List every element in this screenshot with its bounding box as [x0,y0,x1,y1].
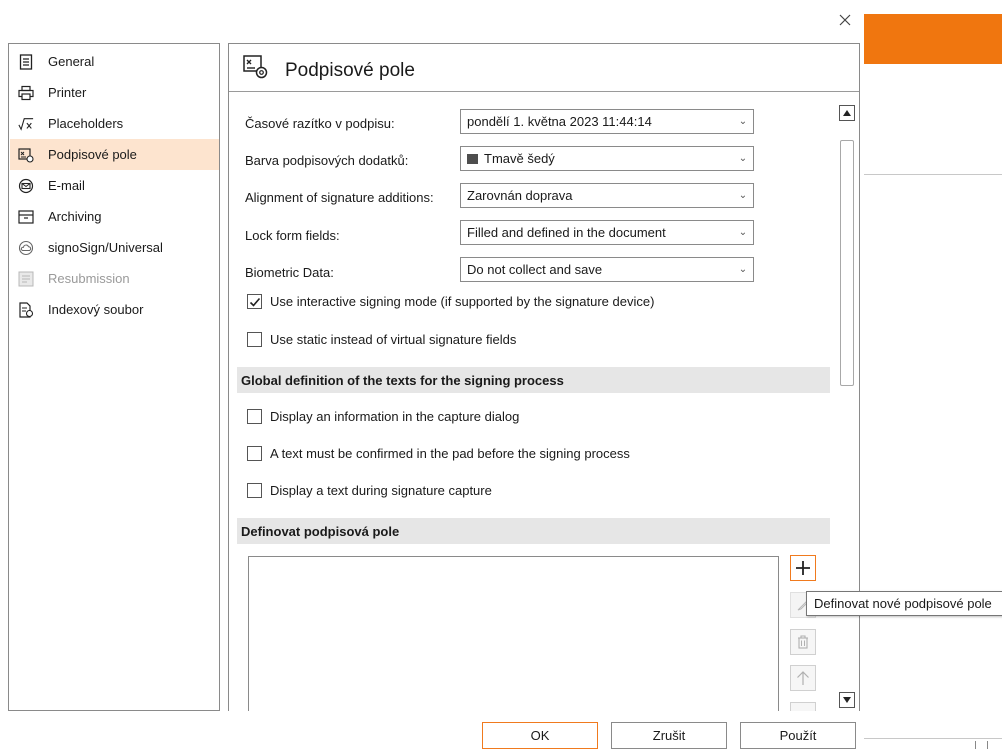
background-app-statusbar [864,738,1002,749]
alignment-select[interactable]: Zarovnán doprava ⌄ [460,183,754,208]
chevron-down-icon: ⌄ [738,153,748,164]
close-button[interactable] [836,12,854,30]
background-app-separator [987,741,988,749]
alignment-label: Alignment of signature additions: [245,190,434,205]
interactive-signing-checkbox[interactable] [247,294,262,309]
formula-icon [18,116,34,132]
nav-item-label: E-mail [48,178,85,193]
timestamp-label: Časové razítko v podpisu: [245,116,395,131]
nav-item-label: Indexový soubor [48,302,144,317]
display-info-checkbox[interactable] [247,409,262,424]
static-fields-checkbox[interactable] [247,332,262,347]
interactive-signing-checkbox-row[interactable]: Use interactive signing mode (if support… [247,294,654,309]
nav-item-placeholders[interactable]: Placeholders [10,108,219,139]
scroll-thumb[interactable] [840,140,854,386]
signature-fields-list[interactable] [248,556,779,711]
add-field-tooltip: Definovat nové podpisové pole [806,591,1002,616]
timestamp-value: pondělí 1. května 2023 11:44:14 [467,114,652,129]
scroll-up-button[interactable] [839,105,855,121]
nav-item-archiving[interactable]: Archiving [10,201,219,232]
settings-panel: Podpisové pole Časové razítko v podpisu:… [228,43,860,711]
biometric-value: Do not collect and save [467,262,603,277]
color-select[interactable]: Tmavě šedý ⌄ [460,146,754,171]
chevron-down-icon: ⌄ [738,116,748,127]
global-texts-section-header: Global definition of the texts for the s… [237,367,830,393]
background-app-separator [975,741,976,749]
scroll-down-button[interactable] [839,692,855,708]
nav-item-general[interactable]: General [10,46,219,77]
chevron-down-icon: ⌄ [738,190,748,201]
display-text-label: Display a text during signature capture [270,483,492,498]
nav-item-resubmission: Resubmission [10,263,219,294]
archive-icon [18,209,34,225]
move-down-button[interactable] [790,702,816,711]
settings-nav: General Printer Placeholders Podpisové p… [8,43,220,711]
page-title: Podpisové pole [285,60,415,81]
apply-button[interactable]: Použít [740,722,856,749]
nav-item-label: Resubmission [48,271,130,286]
triangle-down-icon [843,697,851,703]
ok-button[interactable]: OK [482,722,598,749]
lock-form-fields-label: Lock form fields: [245,228,340,243]
chevron-down-icon: ⌄ [738,227,748,238]
background-app-header [864,14,1002,64]
confirm-text-checkbox-row[interactable]: A text must be confirmed in the pad befo… [247,446,630,461]
static-fields-checkbox-row[interactable]: Use static instead of virtual signature … [247,332,516,347]
nav-item-label: Printer [48,85,87,100]
nav-item-email[interactable]: E-mail [10,170,219,201]
nav-item-signature-fields[interactable]: Podpisové pole [10,139,219,170]
display-info-checkbox-row[interactable]: Display an information in the capture di… [247,409,519,424]
lock-form-fields-value: Filled and defined in the document [467,225,666,240]
alignment-value: Zarovnán doprava [467,188,573,203]
nav-item-signosign-universal[interactable]: signoSign/Universal [10,232,219,263]
signature-field-icon [243,54,269,80]
nav-item-label: Archiving [48,209,102,224]
display-text-checkbox-row[interactable]: Display a text during signature capture [247,483,492,498]
lock-form-fields-select[interactable]: Filled and defined in the document ⌄ [460,220,754,245]
arrow-up-icon [797,671,809,685]
general-icon [18,53,34,70]
plus-icon [796,561,810,575]
add-field-button[interactable] [790,555,816,581]
panel-scrollbar[interactable] [838,104,856,711]
color-swatch [467,153,478,164]
static-fields-label: Use static instead of virtual signature … [270,332,517,347]
define-fields-section-header: Definovat podpisová pole [237,518,830,544]
nav-item-label: Podpisové pole [48,147,137,162]
cloud-icon [18,240,34,256]
display-text-checkbox[interactable] [247,483,262,498]
color-value: Tmavě šedý [484,151,555,166]
resubmission-icon [18,271,34,287]
delete-field-button[interactable] [790,629,816,655]
nav-item-label: General [48,54,95,69]
interactive-signing-label: Use interactive signing mode (if support… [270,294,655,309]
nav-item-index-file[interactable]: Indexový soubor [10,294,219,325]
chevron-down-icon: ⌄ [738,264,748,275]
confirm-text-checkbox[interactable] [247,446,262,461]
index-file-icon [18,301,34,318]
check-icon [249,297,260,307]
close-icon [839,14,851,26]
color-label: Barva podpisových dodatků: [245,153,409,168]
signature-field-icon [18,147,34,163]
trash-icon [798,635,808,649]
biometric-select[interactable]: Do not collect and save ⌄ [460,257,754,282]
nav-item-label: Placeholders [48,116,124,131]
confirm-text-label: A text must be confirmed in the pad befo… [270,446,630,461]
timestamp-select[interactable]: pondělí 1. května 2023 11:44:14 ⌄ [460,109,754,134]
biometric-label: Biometric Data: [245,265,334,280]
settings-dialog: General Printer Placeholders Podpisové p… [0,0,864,749]
email-icon [18,178,34,194]
display-info-label: Display an information in the capture di… [270,409,520,424]
background-app-divider [864,174,1002,175]
triangle-up-icon [843,110,851,116]
panel-header: Podpisové pole [229,44,859,92]
background-app-window [864,0,1002,749]
cancel-button[interactable]: Zrušit [611,722,727,749]
printer-icon [18,85,34,101]
nav-item-printer[interactable]: Printer [10,77,219,108]
nav-item-label: signoSign/Universal [48,240,163,255]
move-up-button[interactable] [790,665,816,691]
